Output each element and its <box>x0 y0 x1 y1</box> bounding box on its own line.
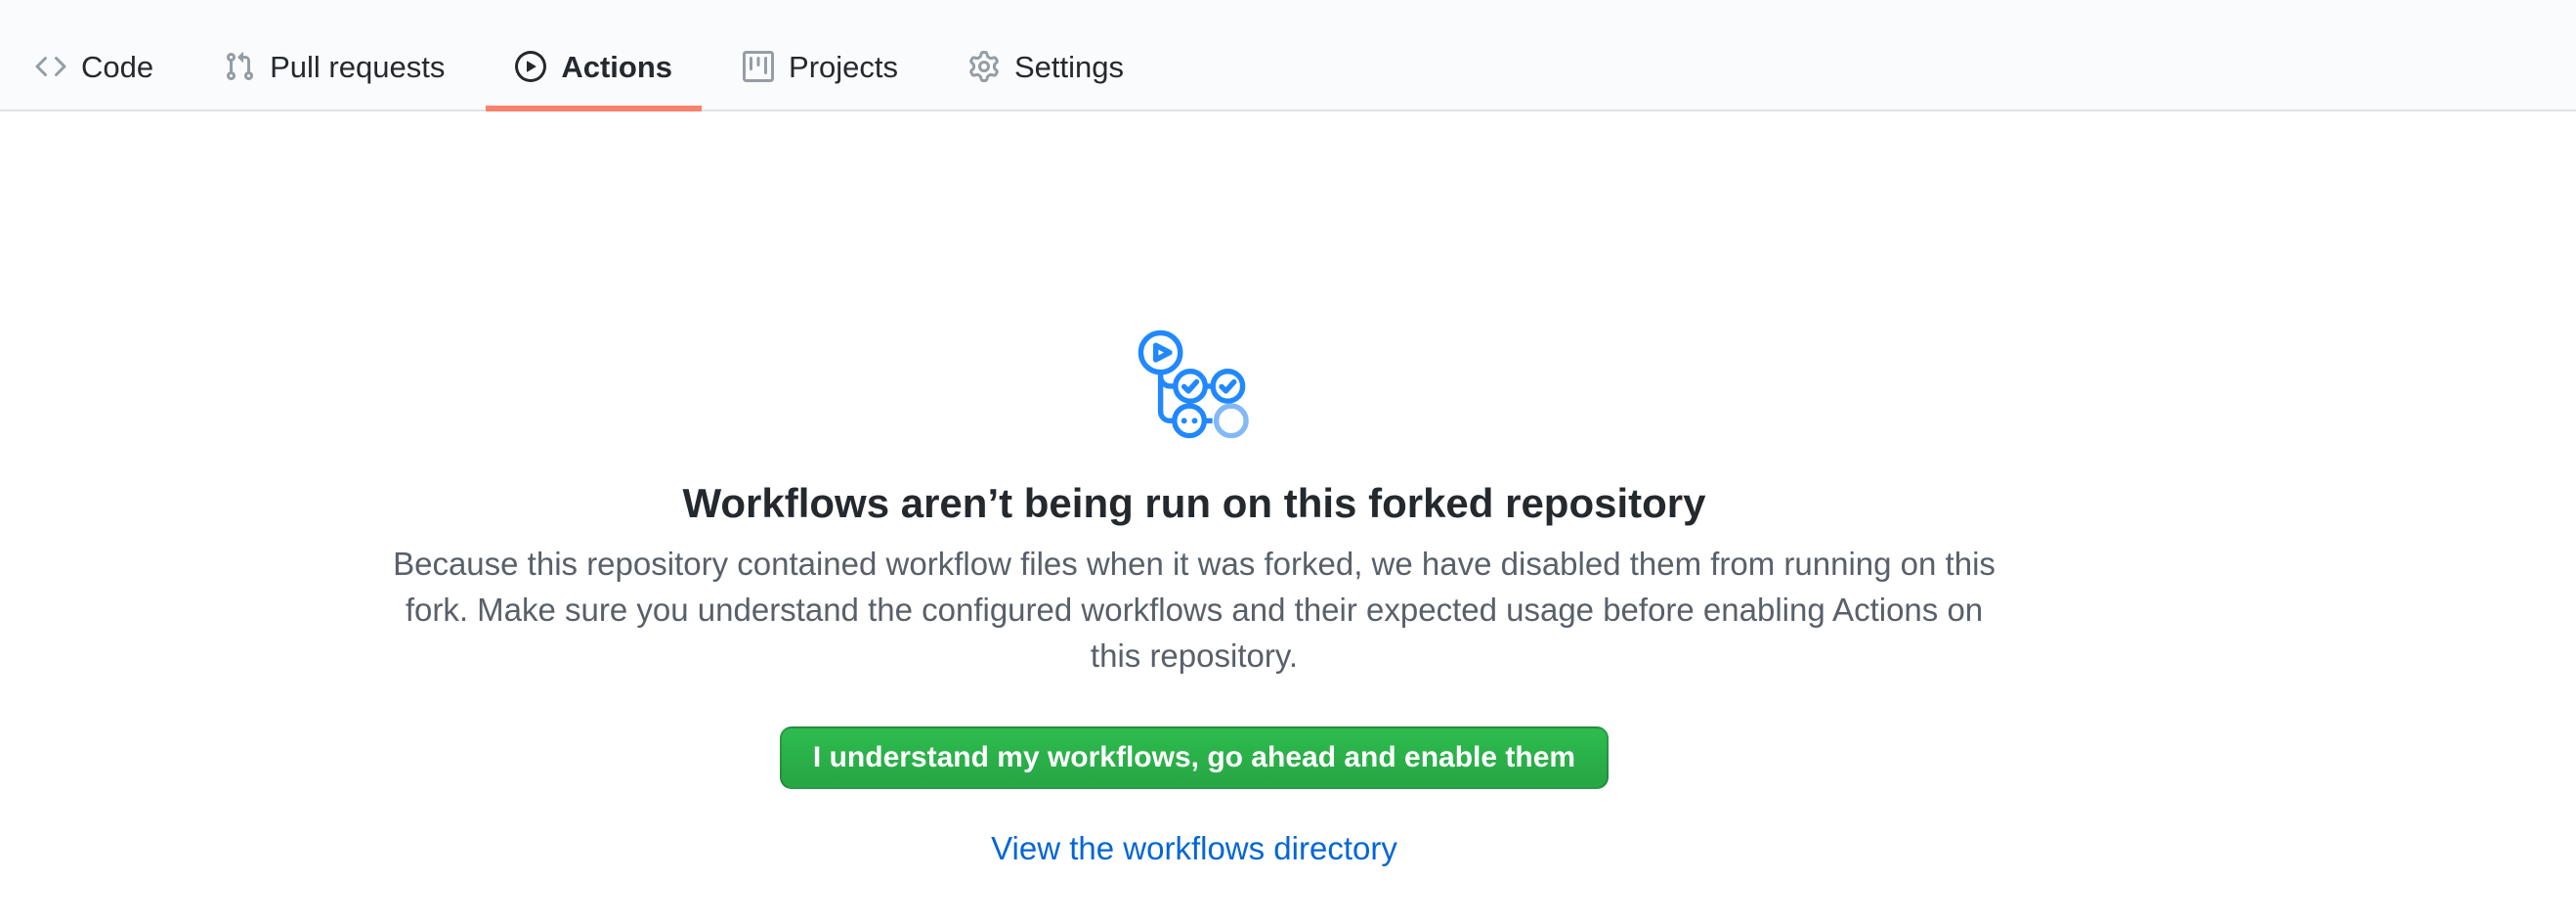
workflows-directory-link[interactable]: View the workflows directory <box>991 830 1397 866</box>
enable-workflows-button[interactable]: I understand my workflows, go ahead and … <box>780 726 1609 789</box>
blankslate-description: Because this repository contained workfl… <box>388 541 2000 679</box>
tab-label: Settings <box>1014 52 1124 82</box>
tab-settings[interactable]: Settings <box>939 0 1153 110</box>
blankslate-heading: Workflows aren’t being run on this forke… <box>0 478 2388 529</box>
tab-label: Actions <box>561 52 672 82</box>
code-icon <box>35 51 66 82</box>
play-icon <box>515 51 546 82</box>
primary-action-row: I understand my workflows, go ahead and … <box>0 679 2388 789</box>
tab-pull-requests[interactable]: Pull requests <box>194 0 474 110</box>
tab-code[interactable]: Code <box>6 0 183 110</box>
actions-blankslate: Workflows aren’t being run on this forke… <box>0 111 2388 867</box>
workflow-graph-icon <box>1138 329 1251 441</box>
gear-icon <box>968 51 1000 82</box>
tab-projects[interactable]: Projects <box>713 0 927 110</box>
tab-label: Projects <box>789 52 898 82</box>
secondary-action-row: View the workflows directory <box>0 830 2388 867</box>
tab-actions[interactable]: Actions <box>486 0 702 110</box>
repo-tab-bar: Code Pull requests Actions Projects Sett… <box>0 0 2576 111</box>
pull-request-icon <box>224 51 255 82</box>
tab-label: Code <box>81 52 153 82</box>
tab-label: Pull requests <box>270 52 445 82</box>
project-icon <box>743 51 774 82</box>
